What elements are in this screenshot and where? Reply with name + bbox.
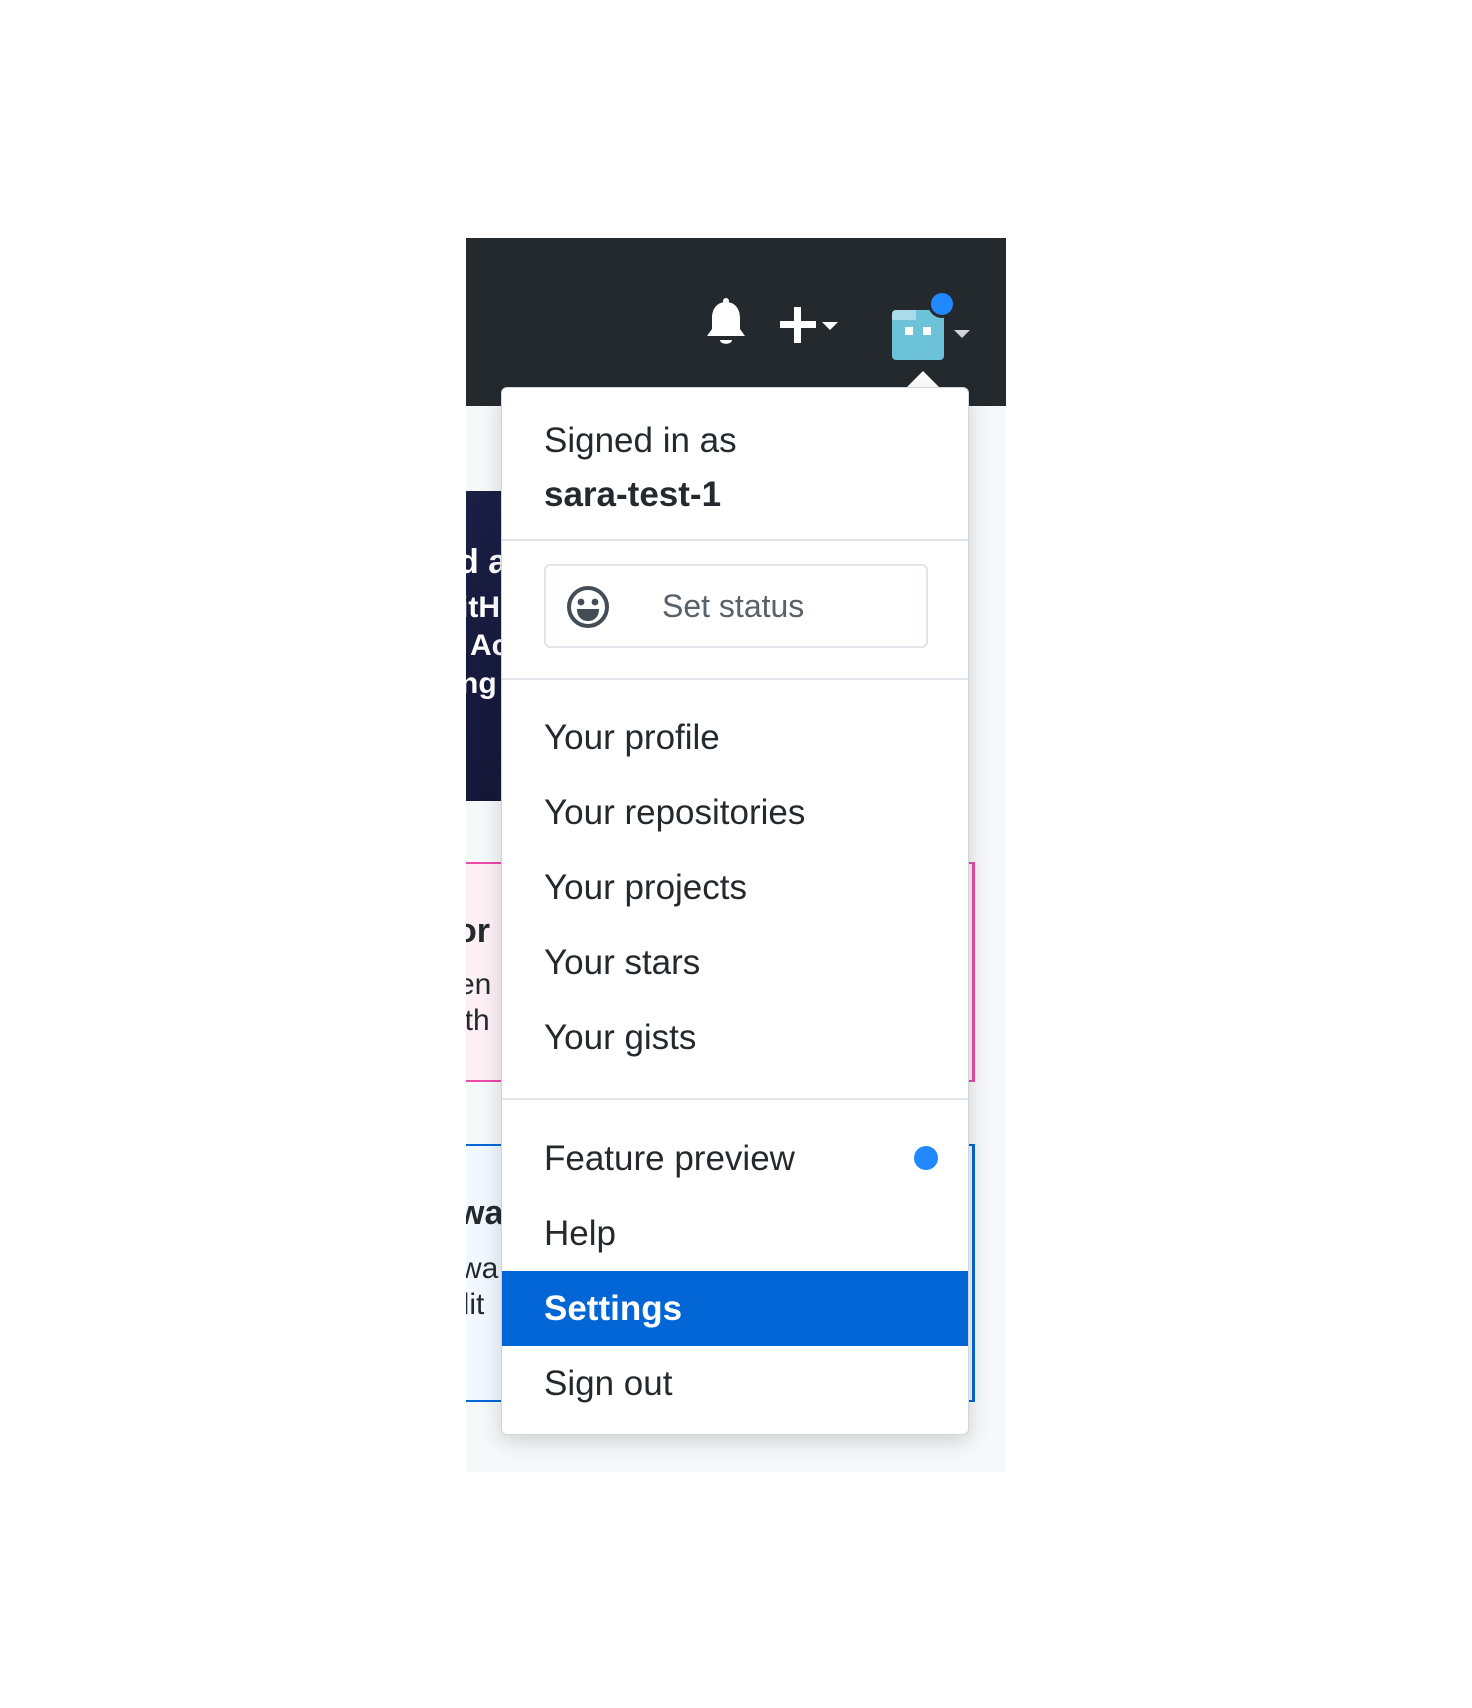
menu-item-label: Feature preview (544, 1139, 795, 1178)
menu-item-label: Your projects (544, 868, 747, 907)
menu-item-feature-preview[interactable]: Feature preview (502, 1121, 968, 1196)
card-fragment: ilit (466, 1288, 485, 1321)
menu-item-settings[interactable]: Settings (502, 1271, 968, 1346)
menu-item-label: Your repositories (544, 793, 806, 832)
divider (502, 678, 968, 680)
banner-fragment: itH (466, 591, 500, 624)
user-menu-button[interactable] (884, 288, 976, 360)
signed-in-label: Signed in as (544, 421, 737, 460)
menu-item-help[interactable]: Help (502, 1196, 968, 1271)
user-dropdown-menu: Signed in as sara-test-1 Set status Your… (501, 387, 969, 1435)
set-status-label: Set status (662, 588, 805, 624)
menu-item-label: Your profile (544, 718, 720, 757)
bell-icon (707, 298, 745, 344)
unread-indicator (928, 290, 956, 318)
create-new-button[interactable] (778, 302, 850, 348)
notifications-button[interactable] (702, 298, 750, 350)
new-feature-indicator (914, 1146, 938, 1170)
dropdown-caret (906, 371, 940, 388)
card-fragment: or (466, 912, 490, 950)
menu-item-label: Your stars (544, 943, 701, 982)
smiley-icon (567, 586, 609, 628)
menu-item-label: Your gists (544, 1018, 697, 1057)
divider (502, 539, 968, 541)
card-fragment: wa (466, 1252, 499, 1285)
menu-item-label: Settings (544, 1289, 683, 1328)
chevron-down-icon (954, 330, 970, 338)
set-status-button[interactable]: Set status (544, 564, 928, 648)
menu-item-your-projects[interactable]: Your projects (502, 850, 968, 925)
menu-item-label: Sign out (544, 1364, 673, 1403)
menu-item-sign-out[interactable]: Sign out (502, 1346, 968, 1421)
divider (502, 1098, 968, 1100)
menu-item-label: Help (544, 1214, 616, 1253)
avatar (892, 310, 944, 360)
plus-icon (780, 307, 816, 343)
username: sara-test-1 (544, 475, 722, 514)
menu-item-your-repositories[interactable]: Your repositories (502, 775, 968, 850)
chevron-down-icon (822, 322, 838, 330)
banner-fragment: ng (466, 667, 497, 700)
card-fragment: wa (466, 1194, 504, 1232)
signed-in-header: Signed in as sara-test-1 (544, 414, 737, 522)
card-fragment: ith (466, 1004, 490, 1037)
menu-item-your-gists[interactable]: Your gists (502, 1000, 968, 1075)
menu-item-your-profile[interactable]: Your profile (502, 700, 968, 775)
card-fragment: en (466, 968, 492, 1001)
menu-item-your-stars[interactable]: Your stars (502, 925, 968, 1000)
